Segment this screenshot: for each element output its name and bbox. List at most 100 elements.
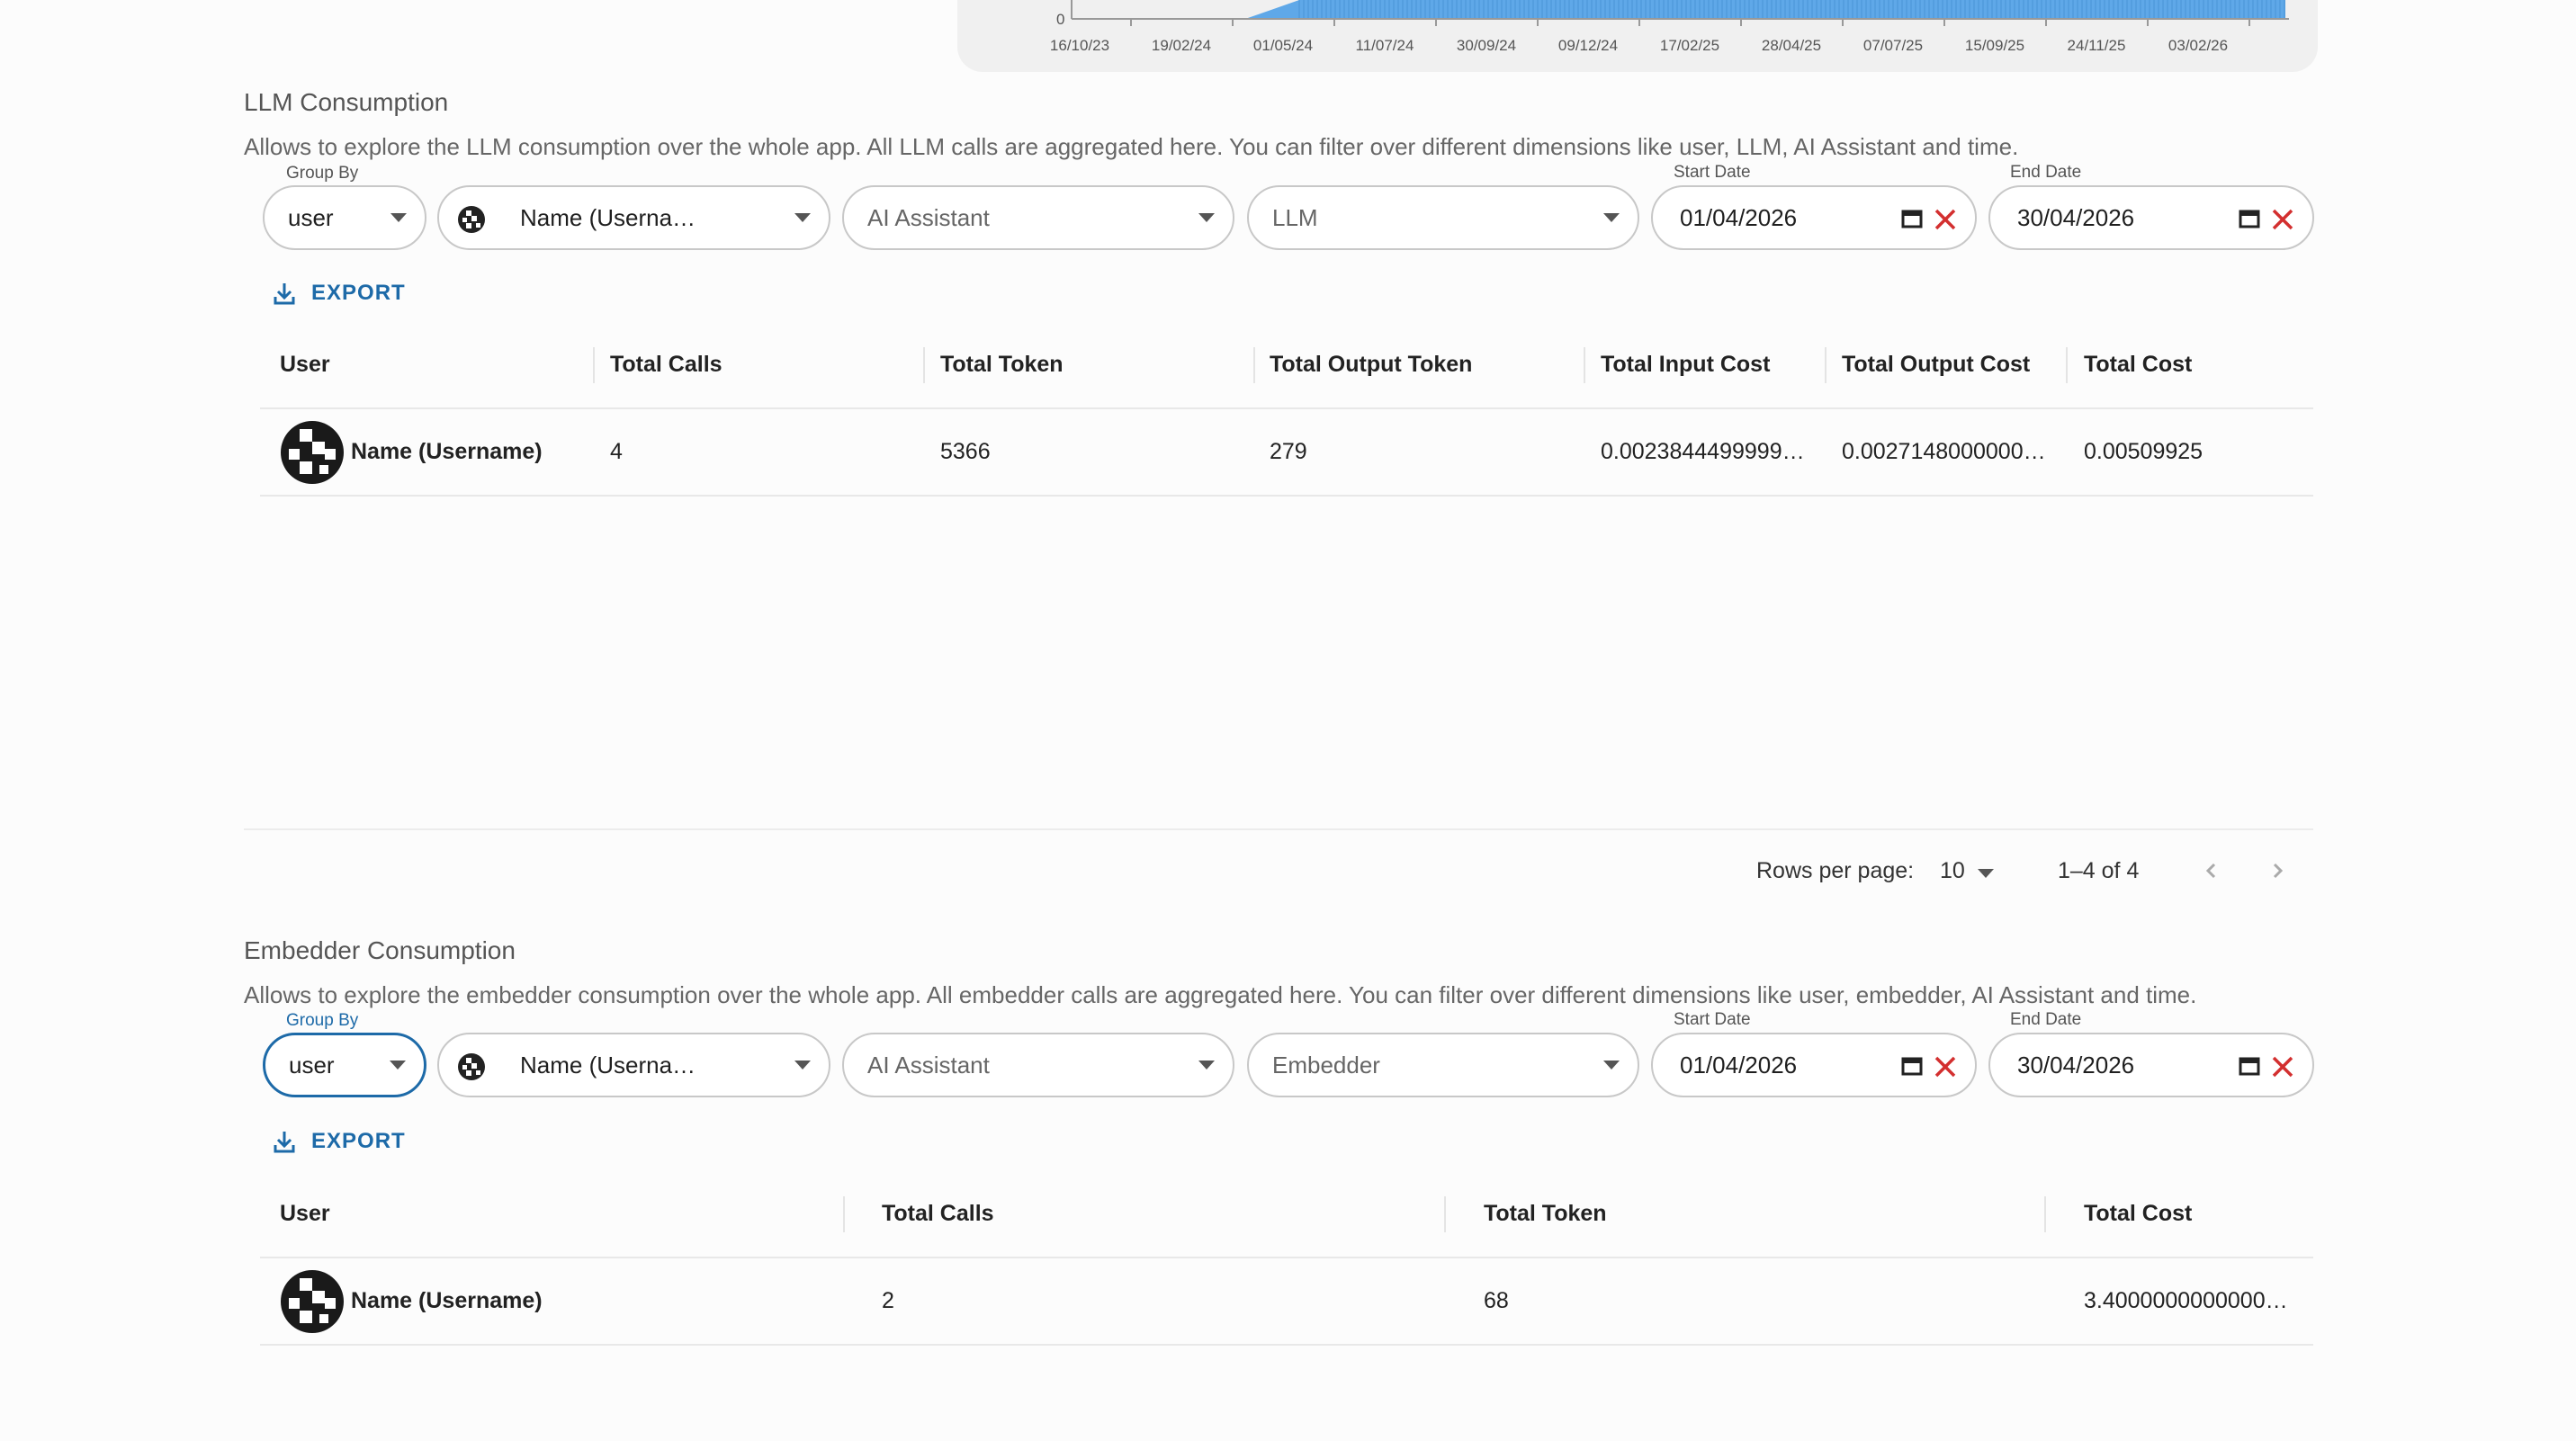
column-divider[interactable] bbox=[593, 347, 595, 383]
previous-page-icon[interactable] bbox=[2203, 862, 2221, 880]
x-tick-label: 28/04/25 bbox=[1762, 37, 1821, 54]
group-by-label: Group By bbox=[281, 164, 364, 183]
total-cost-cell: 3.4000000000000… bbox=[2084, 1288, 2288, 1313]
embedder-section-title: Embedder Consumption bbox=[244, 936, 516, 964]
column-divider[interactable] bbox=[2044, 1196, 2046, 1232]
assistant-placeholder: AI Assistant bbox=[867, 203, 990, 231]
total-cost-cell: 0.00509925 bbox=[2084, 439, 2204, 464]
column-header[interactable]: Total Output Cost bbox=[1842, 322, 2030, 407]
download-icon bbox=[274, 283, 295, 305]
column-header[interactable]: Total Token bbox=[1484, 1171, 1607, 1257]
assistant-placeholder: AI Assistant bbox=[867, 1051, 990, 1079]
calendar-icon[interactable] bbox=[2239, 209, 2260, 228]
embedder-export-button[interactable]: EXPORT bbox=[272, 1129, 406, 1154]
clear-icon[interactable] bbox=[1932, 1053, 1959, 1080]
embedder-model-filter[interactable]: Embedder bbox=[1247, 1033, 1639, 1097]
chevron-down-icon bbox=[390, 213, 407, 222]
output-cost-cell: 0.0027148000000… bbox=[1842, 439, 2046, 464]
user-avatar-icon bbox=[458, 1053, 485, 1080]
table-row[interactable]: Name (Username) 4 5366 279 0.00238444999… bbox=[260, 409, 2313, 497]
column-header[interactable]: Total Output Token bbox=[1270, 322, 1472, 407]
llm-model-filter[interactable]: LLM bbox=[1247, 185, 1639, 250]
timeline-chart: 0 16/10/23 19/02/24 01/05/24 11/07/24 30/09/2… bbox=[1050, 0, 2289, 54]
x-tick-label: 09/12/24 bbox=[1558, 37, 1618, 54]
download-icon bbox=[274, 1132, 295, 1153]
calls-cell: 4 bbox=[610, 439, 623, 464]
y-tick-label: 0 bbox=[1056, 11, 1064, 28]
embedder-table: User Total Calls Total Token Total Cost … bbox=[260, 1171, 2313, 1346]
export-label: EXPORT bbox=[311, 1129, 406, 1153]
x-tick-label: 16/10/23 bbox=[1050, 37, 1109, 54]
column-header[interactable]: Total Calls bbox=[610, 322, 723, 407]
column-header[interactable]: Total Cost bbox=[2084, 322, 2192, 407]
column-divider[interactable] bbox=[1825, 347, 1827, 383]
user-name-cell: Name (Username) bbox=[351, 1288, 543, 1313]
input-cost-cell: 0.0023844499999… bbox=[1601, 439, 1805, 464]
clear-icon[interactable] bbox=[1932, 206, 1959, 233]
end-date-value: 30/04/2026 bbox=[2017, 203, 2135, 231]
embedder-section-description: Allows to explore the embedder consumpti… bbox=[244, 981, 2197, 1008]
start-date-label: Start Date bbox=[1668, 163, 1756, 183]
embedder-end-date-input[interactable]: 30/04/2026 bbox=[1988, 1033, 2314, 1097]
x-tick-label: 01/05/24 bbox=[1253, 37, 1313, 54]
llm-group-by-select[interactable]: user bbox=[263, 185, 426, 250]
user-avatar bbox=[281, 1270, 344, 1333]
column-header[interactable]: Total Token bbox=[940, 322, 1064, 407]
start-date-value: 01/04/2026 bbox=[1680, 1051, 1798, 1079]
chevron-down-icon bbox=[1198, 213, 1215, 222]
token-cell: 5366 bbox=[940, 439, 991, 464]
x-tick-label: 19/02/24 bbox=[1152, 37, 1211, 54]
column-header[interactable]: Total Cost bbox=[2084, 1171, 2192, 1257]
next-page-icon[interactable] bbox=[2268, 862, 2286, 880]
llm-section-description: Allows to explore the LLM consumption ov… bbox=[244, 133, 2019, 160]
embedder-assistant-filter[interactable]: AI Assistant bbox=[842, 1033, 1234, 1097]
user-avatar-icon bbox=[458, 206, 485, 233]
table-header: User Total Calls Total Token Total Cost bbox=[260, 1171, 2313, 1258]
calendar-icon[interactable] bbox=[2239, 1056, 2260, 1076]
column-divider[interactable] bbox=[1444, 1196, 1446, 1232]
column-header[interactable]: Total Input Cost bbox=[1601, 322, 1770, 407]
chevron-down-icon bbox=[1603, 1061, 1620, 1070]
calls-cell: 2 bbox=[882, 1288, 894, 1313]
llm-export-button[interactable]: EXPORT bbox=[272, 281, 406, 306]
model-placeholder: LLM bbox=[1272, 203, 1318, 231]
chevron-down-icon bbox=[1198, 1061, 1215, 1070]
llm-end-date-input[interactable]: 30/04/2026 bbox=[1988, 185, 2314, 250]
column-divider[interactable] bbox=[2066, 347, 2068, 383]
calendar-icon[interactable] bbox=[1901, 209, 1923, 228]
pagination-range: 1–4 of 4 bbox=[2058, 858, 2140, 883]
end-date-label: End Date bbox=[2005, 1010, 2087, 1030]
column-divider[interactable] bbox=[1253, 347, 1255, 383]
embedder-user-filter[interactable]: Name (Userna… bbox=[437, 1033, 830, 1097]
output-token-cell: 279 bbox=[1270, 439, 1307, 464]
user-avatar bbox=[281, 421, 344, 484]
clear-icon[interactable] bbox=[2269, 206, 2296, 233]
llm-start-date-input[interactable]: 01/04/2026 bbox=[1651, 185, 1977, 250]
llm-user-filter[interactable]: Name (Userna… bbox=[437, 185, 830, 250]
column-divider[interactable] bbox=[923, 347, 925, 383]
calendar-icon[interactable] bbox=[1901, 1056, 1923, 1076]
embedder-group-by-select[interactable]: user bbox=[263, 1033, 426, 1097]
clear-icon[interactable] bbox=[2269, 1053, 2296, 1080]
column-header[interactable]: User bbox=[280, 1171, 330, 1257]
llm-section-title: LLM Consumption bbox=[244, 88, 449, 116]
table-row[interactable]: Name (Username) 2 68 3.4000000000000… bbox=[260, 1258, 2313, 1346]
chevron-down-icon bbox=[794, 213, 811, 222]
chevron-down-icon bbox=[1603, 213, 1620, 222]
llm-assistant-filter[interactable]: AI Assistant bbox=[842, 185, 1234, 250]
embedder-start-date-input[interactable]: 01/04/2026 bbox=[1651, 1033, 1977, 1097]
column-header[interactable]: Total Calls bbox=[882, 1171, 994, 1257]
column-divider[interactable] bbox=[1584, 347, 1585, 383]
group-by-value: user bbox=[289, 1051, 335, 1079]
table-header: User Total Calls Total Token Total Outpu… bbox=[260, 322, 2313, 409]
column-header[interactable]: User bbox=[280, 322, 330, 407]
llm-table: User Total Calls Total Token Total Outpu… bbox=[260, 322, 2313, 497]
group-by-label: Group By bbox=[281, 1011, 364, 1031]
rows-per-page-value: 10 bbox=[1940, 858, 1965, 883]
column-divider[interactable] bbox=[843, 1196, 845, 1232]
x-tick-label: 15/09/25 bbox=[1965, 37, 2024, 54]
group-by-value: user bbox=[288, 203, 334, 231]
x-tick-label: 07/07/25 bbox=[1863, 37, 1923, 54]
start-date-value: 01/04/2026 bbox=[1680, 203, 1798, 231]
rows-per-page-select[interactable]: 10 bbox=[1940, 855, 2005, 888]
